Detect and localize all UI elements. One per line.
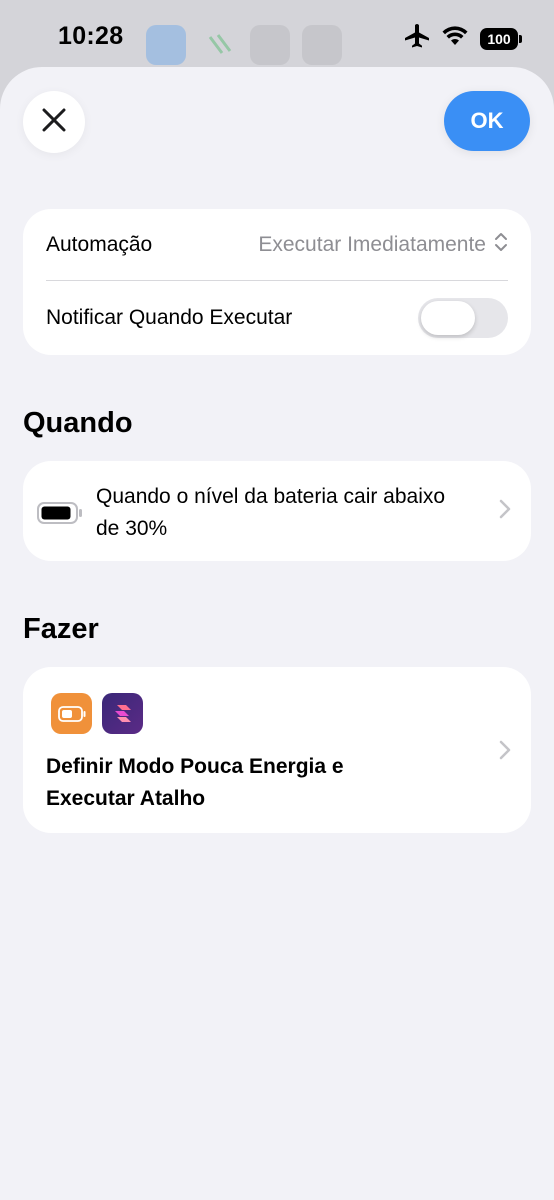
low-power-mode-icon — [51, 693, 92, 734]
background-app-icon — [200, 25, 240, 65]
background-app-icon — [302, 25, 342, 65]
chevron-right-icon — [499, 499, 511, 524]
notify-label: Notificar Quando Executar — [46, 306, 293, 329]
notify-toggle[interactable] — [418, 298, 508, 338]
background-app-icon — [250, 25, 290, 65]
background-app-icon — [146, 25, 186, 65]
do-section-title: Fazer — [23, 613, 99, 645]
chevron-up-down-icon — [494, 232, 508, 258]
automation-row[interactable]: Automação Executar Imediatamente — [46, 209, 508, 281]
automation-sheet: OK Automação Executar Imediatamente Noti… — [0, 67, 554, 1200]
chevron-right-icon — [499, 740, 511, 765]
action-card[interactable]: Definir Modo Pouca Energia e Executar At… — [23, 667, 531, 833]
automation-value: Executar Imediatamente — [258, 232, 486, 256]
ok-button[interactable]: OK — [444, 91, 530, 151]
trigger-text: Quando o nível da bateria cair abaixo de… — [96, 485, 446, 540]
toggle-knob — [421, 301, 475, 335]
battery-icon — [37, 502, 83, 529]
action-text: Definir Modo Pouca Energia e Executar At… — [46, 755, 344, 810]
notify-row: Notificar Quando Executar — [46, 282, 508, 354]
status-time: 10:28 — [58, 22, 124, 50]
automation-picker[interactable]: Executar Imediatamente — [258, 232, 508, 258]
battery-icon: 100 — [480, 27, 522, 50]
when-section-title: Quando — [23, 407, 133, 439]
trigger-card[interactable]: Quando o nível da bateria cair abaixo de… — [23, 461, 531, 561]
status-bar: 10:28 100 — [0, 0, 554, 70]
wifi-icon — [442, 26, 468, 51]
status-icons: 100 — [404, 24, 522, 53]
close-icon — [41, 107, 67, 138]
settings-card: Automação Executar Imediatamente Notific… — [23, 209, 531, 355]
airplane-icon — [404, 24, 430, 53]
close-button[interactable] — [23, 91, 85, 153]
battery-level: 100 — [487, 30, 511, 47]
automation-label: Automação — [46, 232, 153, 256]
screen: 10:28 100 OK Automação Executar Imediata… — [0, 0, 554, 1200]
shortcuts-app-icon — [102, 693, 143, 734]
